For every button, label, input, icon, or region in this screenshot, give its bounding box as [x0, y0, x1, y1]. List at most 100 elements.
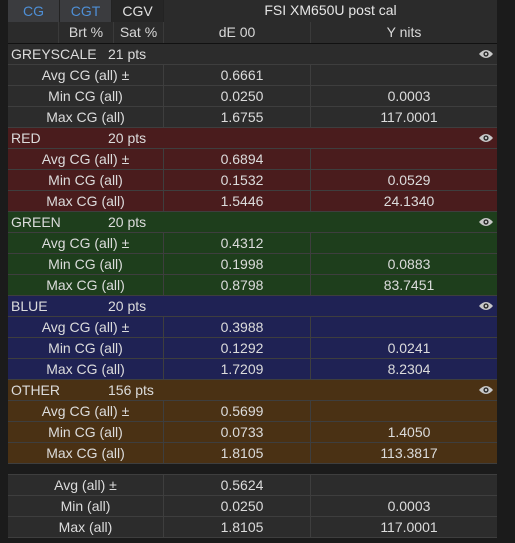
de-value: 0.5699 [164, 401, 311, 421]
eye-icon[interactable] [475, 128, 497, 149]
y-nits-value: 113.3817 [380, 445, 438, 461]
tab-cgv[interactable]: CGV [112, 0, 164, 22]
de-value: 0.6661 [164, 65, 311, 85]
scrollbar[interactable] [501, 0, 515, 543]
divider [8, 464, 497, 475]
y-nits-value: 0.0883 [387, 256, 431, 272]
de-value: 0.6894 [164, 149, 311, 169]
y-nits-value: 117.0001 [380, 519, 438, 535]
de-value: 1.5446 [164, 191, 311, 211]
stat-row: Avg CG (all) ±0.6894 [8, 149, 497, 170]
stat-label: Max (all) [8, 517, 164, 537]
y-nits-value: 8.2304 [387, 361, 431, 377]
stat-label: Max CG (all) [8, 275, 164, 295]
y-nits-value [311, 401, 497, 421]
stat-label: Min CG (all) [8, 254, 164, 274]
stat-label: Avg CG (all) ± [8, 317, 164, 337]
report-title: FSI XM650U post cal [164, 0, 497, 22]
de-value: 0.8798 [164, 275, 311, 295]
y-nits-value [311, 317, 497, 337]
eye-icon[interactable] [475, 212, 497, 233]
stat-label: Avg CG (all) ± [8, 65, 164, 85]
section-points: 20 pts [108, 214, 147, 230]
stat-row: Min CG (all) 0.0733 1.4050 [8, 422, 497, 443]
stat-row: Min (all) 0.0250 0.0003 [8, 496, 497, 517]
stat-label: Max CG (all) [8, 191, 164, 211]
de-value: 0.0733 [164, 422, 311, 442]
col-y[interactable]: Y nits [311, 22, 497, 43]
de-value: 0.0250 [164, 496, 311, 516]
eye-icon[interactable] [475, 44, 497, 65]
section-name: BLUE [11, 298, 48, 314]
section-points: 20 pts [108, 130, 147, 146]
section-points: 20 pts [108, 298, 147, 314]
de-value: 1.6755 [164, 107, 311, 127]
stat-label: Min CG (all) [8, 86, 164, 106]
stat-row: Avg CG (all) ±0.3988 [8, 317, 497, 338]
tab-cg[interactable]: CG [8, 0, 60, 22]
y-nits-value [311, 149, 497, 169]
section-name: OTHER [11, 382, 60, 398]
stat-label: Max CG (all) [8, 443, 164, 463]
stat-label: Avg CG (all) ± [8, 149, 164, 169]
de-value: 0.5624 [164, 475, 311, 495]
stat-label: Avg (all) ± [8, 475, 164, 495]
de-value: 1.7209 [164, 359, 311, 379]
y-nits-value: 0.0529 [387, 172, 431, 188]
y-nits-value: 0.0003 [387, 498, 431, 514]
stat-row: Max CG (all) 1.8105 113.3817 [8, 443, 497, 464]
y-nits-value [311, 65, 497, 85]
section-header-other: OTHER 156 pts [8, 380, 497, 401]
stat-label: Min (all) [8, 496, 164, 516]
y-nits-value: 83.7451 [383, 277, 435, 293]
section-points: 21 pts [108, 46, 147, 62]
section-name: GREYSCALE [11, 46, 97, 62]
stat-row: Min CG (all) 0.0250 0.0003 [8, 86, 497, 107]
section-header-red: RED 20 pts [8, 128, 497, 149]
stat-row: Max (all) 1.8105 117.0001 [8, 517, 497, 538]
stat-row: Max CG (all) 1.7209 8.2304 [8, 359, 497, 380]
y-nits-value: 0.0003 [387, 88, 431, 104]
tab-cgt[interactable]: CGT [60, 0, 112, 22]
stat-row: Avg CG (all) ±0.4312 [8, 233, 497, 254]
eye-icon[interactable] [475, 296, 497, 317]
stat-label: Max CG (all) [8, 359, 164, 379]
de-value: 1.8105 [164, 517, 311, 537]
stat-row: Avg CG (all) ±0.6661 [8, 65, 497, 86]
de-value: 0.1532 [164, 170, 311, 190]
stat-label: Avg CG (all) ± [8, 401, 164, 421]
stat-row: Max CG (all) 1.5446 24.1340 [8, 191, 497, 212]
section-name: GREEN [11, 214, 61, 230]
de-value: 0.1292 [164, 338, 311, 358]
stat-label: Avg CG (all) ± [8, 233, 164, 253]
stat-row: Avg CG (all) ±0.5699 [8, 401, 497, 422]
eye-icon[interactable] [475, 380, 497, 401]
section-header-green: GREEN 20 pts [8, 212, 497, 233]
y-nits-value: 1.4050 [387, 424, 431, 440]
col-sat[interactable]: Sat % [114, 22, 164, 43]
y-nits-value [311, 475, 497, 495]
column-header: Brt % Sat % dE 00 Y nits [8, 22, 497, 44]
section-points: 156 pts [108, 382, 154, 398]
title-bar: CG CGT CGV FSI XM650U post cal [8, 0, 497, 22]
stat-row: Min CG (all) 0.1998 0.0883 [8, 254, 497, 275]
stat-row: Min CG (all) 0.1292 0.0241 [8, 338, 497, 359]
y-nits-value [311, 233, 497, 253]
de-value: 0.4312 [164, 233, 311, 253]
col-brt[interactable]: Brt % [59, 22, 114, 43]
stat-label: Min CG (all) [8, 422, 164, 442]
y-nits-value: 117.0001 [380, 109, 438, 125]
col-spacer [8, 22, 59, 43]
stat-row: Min CG (all) 0.1532 0.0529 [8, 170, 497, 191]
stat-row: Avg (all) ±0.5624 [8, 475, 497, 496]
de-value: 0.1998 [164, 254, 311, 274]
section-header-greyscale: GREYSCALE 21 pts [8, 44, 497, 65]
stat-label: Min CG (all) [8, 338, 164, 358]
results-table: GREYSCALE 21 pts Avg CG (all) ±0.6661 Min C… [8, 44, 497, 538]
section-name: RED [11, 130, 41, 146]
stat-row: Max CG (all) 0.8798 83.7451 [8, 275, 497, 296]
col-de[interactable]: dE 00 [164, 22, 311, 43]
stat-row: Max CG (all) 1.6755 117.0001 [8, 107, 497, 128]
section-header-blue: BLUE 20 pts [8, 296, 497, 317]
y-nits-value: 24.1340 [383, 193, 435, 209]
